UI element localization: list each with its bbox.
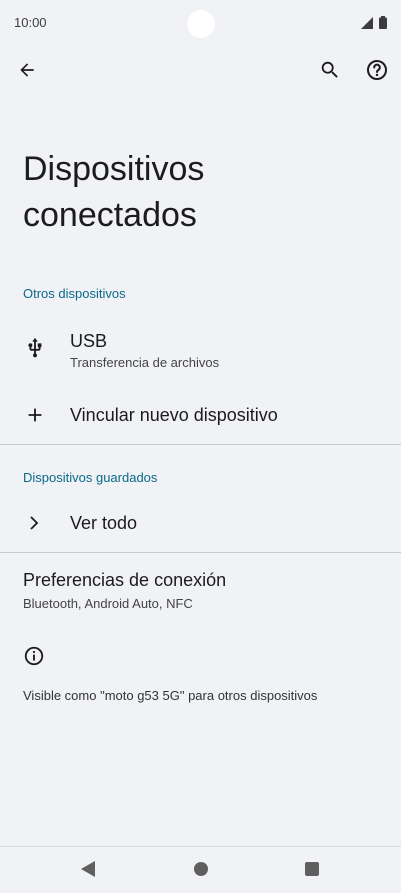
see-all-label: Ver todo — [70, 513, 138, 533]
search-icon — [321, 61, 338, 78]
status-time: 10:00 — [14, 15, 47, 30]
section-header-otros: Otros dispositivos — [23, 286, 126, 301]
connection-preferences-title: Preferencias de conexión — [23, 570, 227, 590]
battery-icon — [379, 16, 387, 29]
page-title: Dispositivos conectados — [23, 150, 205, 234]
visible-as-text: Visible como "moto g53 5G" para otros di… — [23, 688, 318, 703]
info-icon — [24, 646, 44, 666]
plus-icon — [28, 408, 42, 422]
divider — [0, 552, 401, 553]
help-icon — [367, 60, 387, 80]
nav-back-icon[interactable] — [80, 860, 96, 878]
camera-cutout — [187, 10, 215, 38]
usb-subtitle: Transferencia de archivos — [70, 355, 220, 370]
nav-home-icon[interactable] — [194, 862, 208, 876]
see-all-item[interactable] — [0, 502, 401, 546]
nav-recents-icon[interactable] — [305, 862, 319, 876]
section-header-guardados: Dispositivos guardados — [23, 470, 158, 485]
divider — [0, 444, 401, 445]
usb-list-item[interactable] — [0, 320, 401, 382]
connection-preferences-subtitle: Bluetooth, Android Auto, NFC — [23, 596, 193, 611]
arrow-back-icon — [20, 63, 34, 77]
usb-title: USB — [70, 331, 108, 351]
usb-icon — [28, 337, 42, 358]
back-button[interactable] — [11, 54, 43, 86]
pair-new-device-label: Vincular nuevo dispositivo — [70, 405, 278, 425]
signal-icon — [361, 17, 373, 29]
help-button[interactable] — [361, 54, 393, 86]
chevron-right-icon — [30, 516, 39, 530]
search-button[interactable] — [314, 54, 346, 86]
